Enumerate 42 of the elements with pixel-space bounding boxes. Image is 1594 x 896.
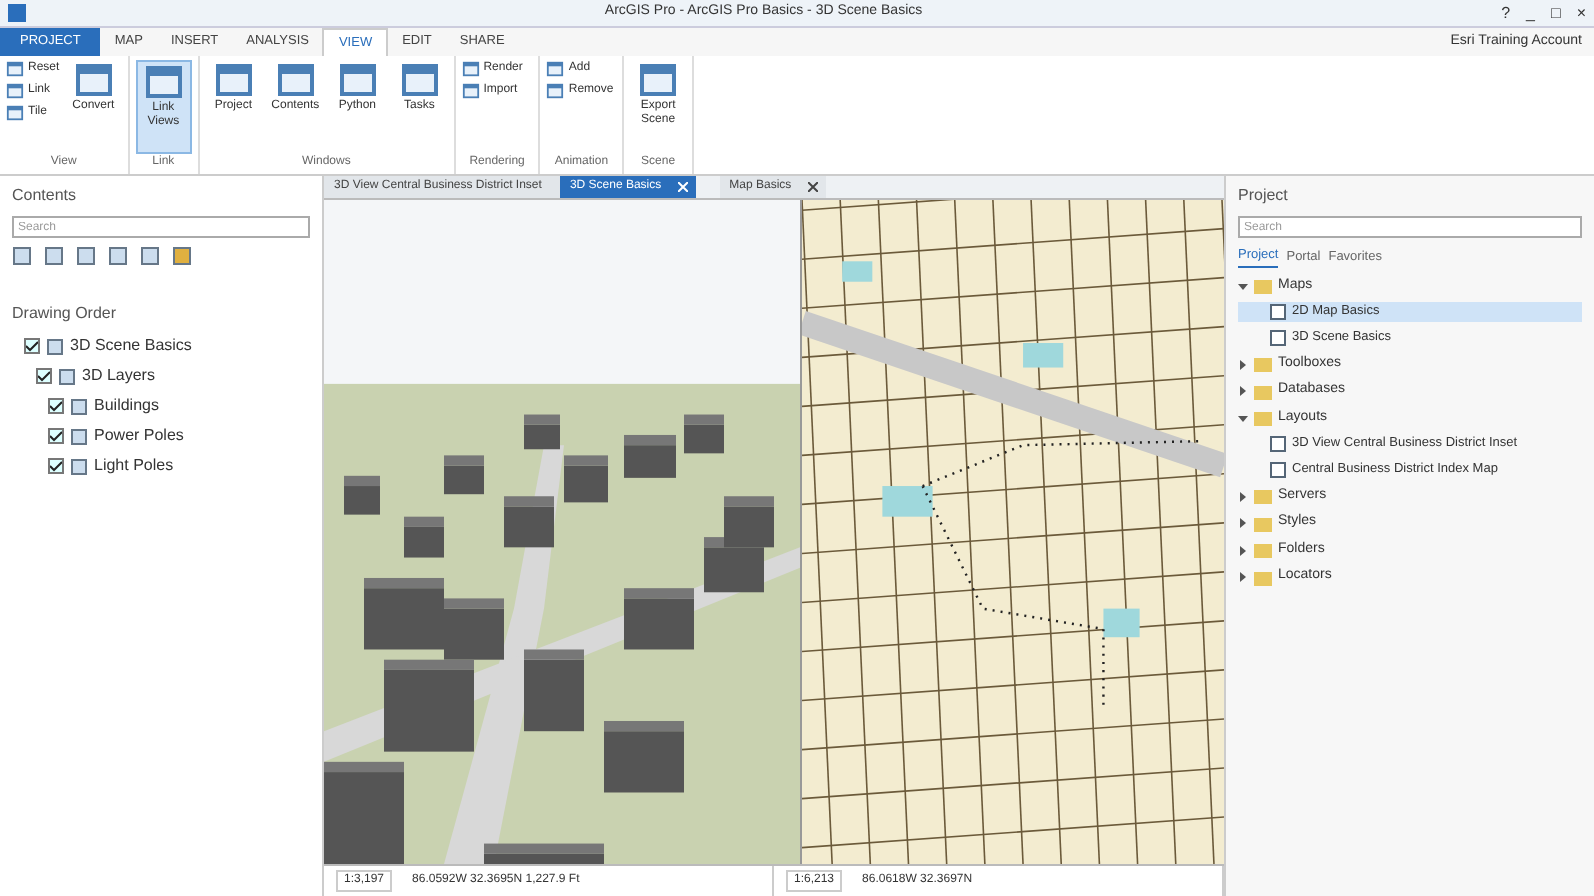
expand-toggle-icon[interactable] bbox=[1238, 413, 1248, 423]
expand-toggle-icon[interactable] bbox=[1238, 359, 1248, 369]
pane-title: Project bbox=[1238, 184, 1290, 208]
pane-title: Contents bbox=[12, 184, 79, 208]
expand-toggle-icon[interactable] bbox=[1238, 518, 1248, 528]
window-control[interactable]: _ bbox=[1526, 5, 1535, 21]
tool-icon bbox=[337, 60, 378, 100]
expand-toggle-icon[interactable] bbox=[1238, 281, 1248, 291]
expand-toggle-icon[interactable] bbox=[1238, 386, 1248, 396]
tool-icon bbox=[6, 104, 24, 122]
expand-toggle-icon[interactable] bbox=[1238, 572, 1248, 582]
tool-icon bbox=[213, 60, 254, 100]
window-control[interactable]: ? bbox=[1501, 5, 1511, 21]
close-icon[interactable] bbox=[807, 182, 818, 192]
tool-icon bbox=[546, 60, 565, 78]
layer-name[interactable]: Power Poles bbox=[94, 424, 184, 448]
checkbox[interactable] bbox=[48, 398, 64, 414]
tool-icon bbox=[638, 60, 679, 100]
checkbox[interactable] bbox=[24, 338, 40, 354]
tool-icon bbox=[461, 60, 480, 78]
tool-icon bbox=[546, 82, 565, 100]
app-icon bbox=[8, 4, 26, 22]
tool-icon bbox=[73, 60, 114, 100]
window-control[interactable]: × bbox=[1576, 5, 1586, 21]
tool-icon bbox=[6, 60, 24, 78]
section-heading: Drawing Order bbox=[12, 302, 119, 326]
checkbox[interactable] bbox=[48, 458, 64, 474]
layer-name[interactable]: 3D Layers bbox=[82, 364, 155, 388]
checkbox[interactable] bbox=[36, 368, 52, 384]
tool-icon bbox=[461, 82, 480, 100]
layer-name[interactable]: 3D Scene Basics bbox=[70, 334, 192, 358]
tool-icon bbox=[6, 82, 24, 100]
tool-icon bbox=[143, 62, 184, 102]
layer-name[interactable]: Light Poles bbox=[94, 454, 174, 478]
expand-toggle-icon[interactable] bbox=[1238, 545, 1248, 555]
tool-icon bbox=[399, 60, 440, 100]
window-control[interactable]: □ bbox=[1550, 5, 1561, 21]
tool-icon bbox=[275, 60, 316, 100]
layer-name[interactable]: Buildings bbox=[94, 394, 159, 418]
expand-toggle-icon[interactable] bbox=[1238, 491, 1248, 501]
folder-icon bbox=[1254, 278, 1272, 294]
checkbox[interactable] bbox=[48, 428, 64, 444]
